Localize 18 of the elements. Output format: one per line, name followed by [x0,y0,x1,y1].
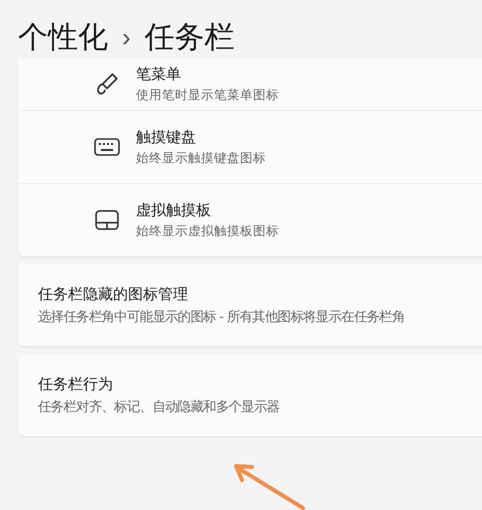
pen-icon [94,71,120,97]
settings-section[interactable]: 任务栏隐藏的图标管理 选择任务栏角中可能显示的图标 - 所有其他图标将显示在任务栏角 [18,264,482,346]
section-description: 选择任务栏角中可能显示的图标 - 所有其他图标将显示在任务栏角 [38,308,406,326]
page-title: 任务栏 [144,20,235,56]
touchpad-icon [94,210,120,230]
breadcrumb-parent[interactable]: 个性化 [18,16,108,58]
setting-description: 使用笔时显示笔菜单图标 [136,86,279,104]
setting-description: 始终显示虚拟触摸板图标 [136,222,279,240]
keyboard-icon [94,137,120,157]
setting-description: 始终显示触摸键盘图标 [136,150,266,166]
breadcrumb-separator: › [122,22,131,52]
section-description: 任务栏对齐、标记、自动隐藏和多个显示器 [38,398,280,416]
section-title: 任务栏隐藏的图标管理 [38,284,189,304]
settings-section[interactable]: 任务栏行为 任务栏对齐、标记、自动隐藏和多个显示器 [18,354,482,436]
section-title: 任务栏行为 [38,374,114,394]
setting-title: 触摸键盘 [136,128,197,146]
setting-title: 虚拟触摸板 [136,200,212,220]
setting-title: 笔菜单 [136,64,182,84]
